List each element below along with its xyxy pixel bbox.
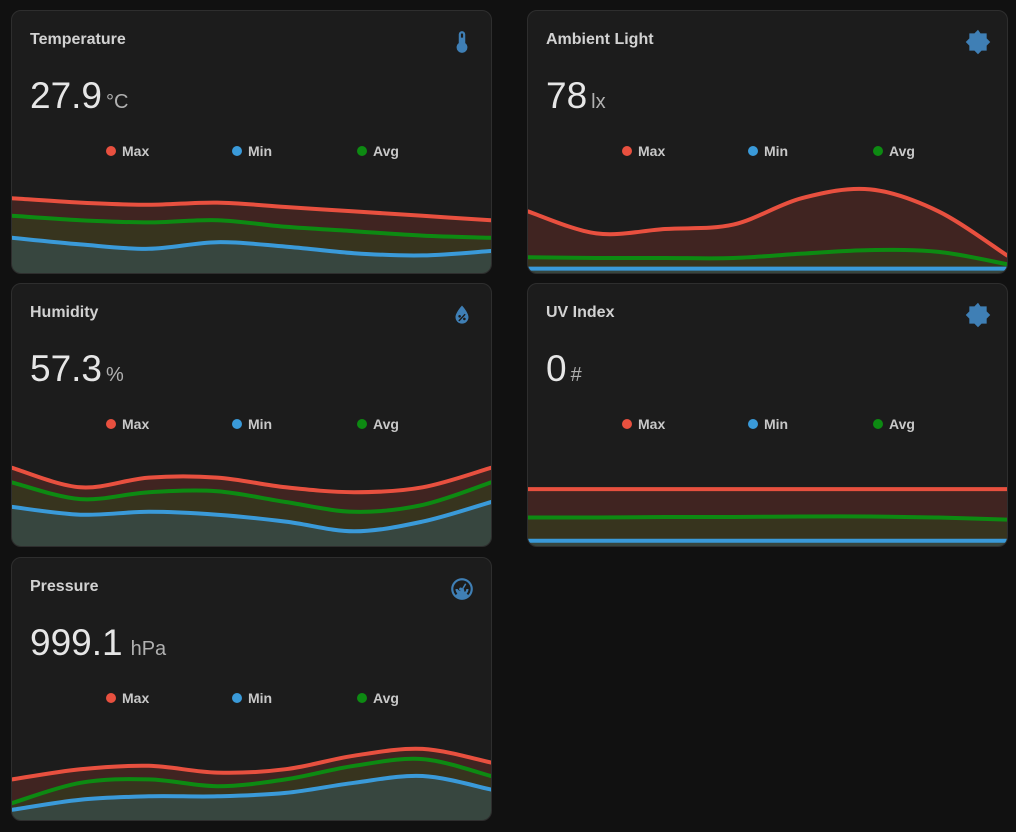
legend-avg-label: Avg	[373, 690, 399, 706]
legend-avg-dot	[357, 419, 367, 429]
history-chart	[528, 458, 1007, 546]
legend-min-dot	[748, 419, 758, 429]
chart-svg	[528, 186, 1007, 273]
card-title: UV Index	[546, 304, 615, 321]
legend-avg-dot	[873, 146, 883, 156]
chart-legend: Max Min Avg	[12, 416, 491, 434]
legend-min[interactable]: Min	[748, 416, 788, 432]
legend-min[interactable]: Min	[232, 143, 272, 159]
chart-svg	[528, 487, 1007, 546]
legend-max-dot	[106, 419, 116, 429]
legend-min-dot	[232, 146, 242, 156]
sensor-unit: lx	[591, 91, 606, 113]
legend-max[interactable]: Max	[622, 416, 665, 432]
chart-legend: Max Min Avg	[12, 690, 491, 708]
sensor-value: 999.1	[30, 622, 123, 663]
legend-max[interactable]: Max	[106, 416, 149, 432]
legend-max-dot	[106, 693, 116, 703]
card-pressure[interactable]: Pressure 999.1 hPa Max Min Avg	[11, 557, 492, 821]
sensor-reading: 999.1 hPa	[30, 622, 166, 664]
legend-avg[interactable]: Avg	[873, 416, 915, 432]
sensor-value: 27.9	[30, 75, 103, 116]
legend-avg-label: Avg	[889, 416, 915, 432]
legend-avg-dot	[357, 146, 367, 156]
card-temperature[interactable]: Temperature 27.9 °C Max Min Avg	[11, 10, 492, 274]
legend-max[interactable]: Max	[106, 143, 149, 159]
sensor-unit: hPa	[130, 638, 167, 660]
legend-max-label: Max	[122, 416, 150, 432]
legend-max[interactable]: Max	[106, 690, 149, 706]
chart-svg	[12, 465, 491, 546]
sensor-reading: 0 #	[546, 348, 582, 390]
legend-avg[interactable]: Avg	[357, 416, 399, 432]
legend-avg-label: Avg	[889, 143, 915, 159]
legend-max-dot	[106, 146, 116, 156]
sun-icon	[965, 29, 991, 55]
card-uv-index[interactable]: UV Index 0 # Max Min Avg	[527, 283, 1008, 547]
legend-avg-label: Avg	[373, 416, 399, 432]
sensor-reading: 78 lx	[546, 75, 606, 117]
legend-min-label: Min	[248, 690, 273, 706]
sensor-reading: 57.3%	[30, 348, 124, 390]
card-humidity[interactable]: Humidity 57.3% Max Min Avg	[11, 283, 492, 547]
legend-max-dot	[622, 419, 632, 429]
chart-svg	[12, 746, 491, 820]
history-chart	[528, 185, 1007, 273]
legend-avg[interactable]: Avg	[357, 690, 399, 706]
card-title: Temperature	[30, 31, 126, 48]
history-chart	[12, 732, 491, 820]
chart-svg	[12, 196, 491, 273]
legend-min-dot	[748, 146, 758, 156]
legend-avg-label: Avg	[373, 143, 399, 159]
legend-avg-dot	[873, 419, 883, 429]
card-title: Ambient Light	[546, 31, 654, 48]
legend-min-label: Min	[764, 416, 789, 432]
sensor-unit: °C	[106, 91, 129, 113]
sensor-value: 78	[546, 75, 588, 116]
sensor-unit: %	[106, 364, 124, 386]
legend-max-label: Max	[122, 690, 150, 706]
sensor-value: 57.3	[30, 348, 103, 389]
legend-max[interactable]: Max	[622, 143, 665, 159]
dashboard: Temperature 27.9 °C Max Min Avg Ambient L…	[0, 0, 1016, 832]
history-chart	[12, 458, 491, 546]
legend-min[interactable]: Min	[232, 690, 272, 706]
sensor-reading: 27.9 °C	[30, 75, 128, 117]
legend-min-label: Min	[764, 143, 789, 159]
chart-legend: Max Min Avg	[12, 143, 491, 161]
card-title: Humidity	[30, 304, 99, 321]
legend-min-dot	[232, 693, 242, 703]
card-title: Pressure	[30, 578, 99, 595]
legend-max-label: Max	[638, 143, 666, 159]
thermometer-icon	[449, 29, 475, 55]
sensor-unit: #	[570, 364, 582, 386]
water-percent-icon	[449, 302, 475, 328]
history-chart	[12, 185, 491, 273]
legend-min-label: Min	[248, 143, 273, 159]
card-ambient-light[interactable]: Ambient Light 78 lx Max Min Avg	[527, 10, 1008, 274]
legend-max-dot	[622, 146, 632, 156]
legend-min-dot	[232, 419, 242, 429]
gauge-icon	[449, 576, 475, 602]
legend-min[interactable]: Min	[232, 416, 272, 432]
chart-legend: Max Min Avg	[528, 143, 1007, 161]
chart-legend: Max Min Avg	[528, 416, 1007, 434]
legend-avg[interactable]: Avg	[873, 143, 915, 159]
legend-max-label: Max	[638, 416, 666, 432]
legend-min[interactable]: Min	[748, 143, 788, 159]
legend-min-label: Min	[248, 416, 273, 432]
legend-avg[interactable]: Avg	[357, 143, 399, 159]
sun-icon	[965, 302, 991, 328]
sensor-value: 0	[546, 348, 567, 389]
legend-max-label: Max	[122, 143, 150, 159]
legend-avg-dot	[357, 693, 367, 703]
